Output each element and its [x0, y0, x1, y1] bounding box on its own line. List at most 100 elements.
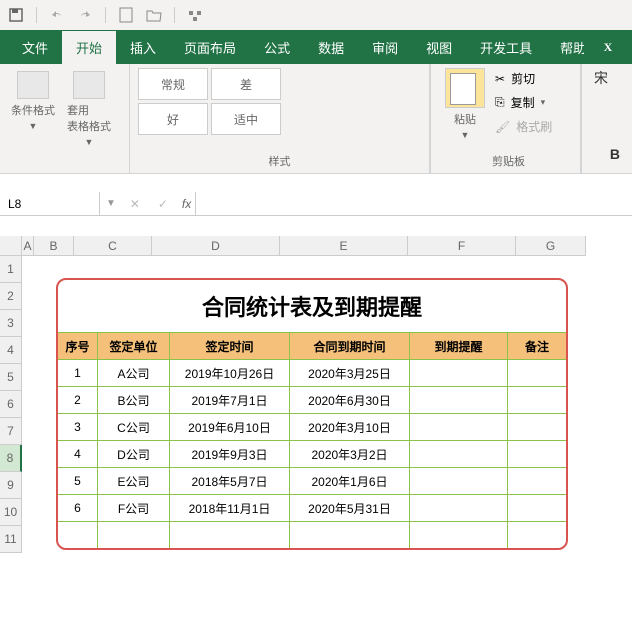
table-row: 5 E公司 2018年5月7日 2020年1月6日 — [58, 467, 566, 494]
cell-sign-date[interactable]: 2018年11月1日 — [170, 495, 290, 521]
cell-reminder[interactable] — [410, 468, 508, 494]
conditional-format-button[interactable]: 条件格式 ▼ — [8, 68, 58, 150]
undo-icon[interactable] — [49, 7, 65, 23]
header-seq[interactable]: 序号 — [58, 333, 98, 359]
style-bad[interactable]: 差 — [211, 68, 281, 100]
row-header-11[interactable]: 11 — [0, 526, 22, 553]
col-header-G[interactable]: G — [516, 236, 586, 256]
cell-unit[interactable]: A公司 — [98, 360, 170, 386]
cell-reminder[interactable] — [410, 495, 508, 521]
header-note[interactable]: 备注 — [508, 333, 566, 359]
table-title: 合同统计表及到期提醒 — [58, 280, 566, 332]
cell-seq[interactable]: 5 — [58, 468, 98, 494]
cell-sign-date[interactable]: 2019年9月3日 — [170, 441, 290, 467]
cell-note[interactable] — [508, 360, 566, 386]
cell-sign-date[interactable]: 2019年6月10日 — [170, 414, 290, 440]
col-header-B[interactable]: B — [34, 236, 74, 256]
tab-data[interactable]: 数据 — [304, 31, 358, 64]
col-header-F[interactable]: F — [408, 236, 516, 256]
col-header-D[interactable]: D — [152, 236, 280, 256]
cell-reminder[interactable] — [410, 360, 508, 386]
paste-button[interactable]: 粘贴 ▼ — [445, 68, 485, 140]
cell-seq[interactable]: 6 — [58, 495, 98, 521]
row-header-7[interactable]: 7 — [0, 418, 22, 445]
col-header-A[interactable]: A — [22, 236, 34, 256]
divider — [174, 7, 175, 23]
cell-seq[interactable]: 1 — [58, 360, 98, 386]
accept-formula-icon[interactable]: ✓ — [154, 195, 172, 213]
row-header-5[interactable]: 5 — [0, 364, 22, 391]
cell-seq[interactable]: 4 — [58, 441, 98, 467]
cell-reminder[interactable] — [410, 387, 508, 413]
cell-sign-date[interactable]: 2019年7月1日 — [170, 387, 290, 413]
name-box[interactable]: L8 — [0, 192, 100, 215]
new-icon[interactable] — [118, 7, 134, 23]
cell-reminder[interactable] — [410, 441, 508, 467]
format-painter-button[interactable]: 🖌 格式刷 — [491, 116, 556, 137]
fx-button[interactable]: fx — [182, 197, 191, 211]
cell-reminder[interactable] — [410, 414, 508, 440]
copy-button[interactable]: ⎘ 复制 ▾ — [491, 92, 556, 113]
cell-expiry-date[interactable]: 2020年3月10日 — [290, 414, 410, 440]
row-header-10[interactable]: 10 — [0, 499, 22, 526]
table-row: 2 B公司 2019年7月1日 2020年6月30日 — [58, 386, 566, 413]
header-unit[interactable]: 签定单位 — [98, 333, 170, 359]
cancel-formula-icon[interactable]: ✕ — [126, 195, 144, 213]
header-expiry-date[interactable]: 合同到期时间 — [290, 333, 410, 359]
cell-expiry-date[interactable]: 2020年6月30日 — [290, 387, 410, 413]
table-format-button[interactable]: 套用 表格格式 ▼ — [64, 68, 114, 150]
cell-note[interactable] — [508, 414, 566, 440]
cell-unit[interactable]: C公司 — [98, 414, 170, 440]
row-header-4[interactable]: 4 — [0, 337, 22, 364]
tab-insert[interactable]: 插入 — [116, 31, 170, 64]
cell-unit[interactable]: D公司 — [98, 441, 170, 467]
tab-formulas[interactable]: 公式 — [250, 31, 304, 64]
cell-expiry-date[interactable]: 2020年1月6日 — [290, 468, 410, 494]
cell-seq[interactable]: 2 — [58, 387, 98, 413]
cell-note[interactable] — [508, 495, 566, 521]
touch-mode-icon[interactable] — [187, 7, 203, 23]
tab-home[interactable]: 开始 — [62, 31, 116, 64]
cell-unit[interactable]: F公司 — [98, 495, 170, 521]
save-icon[interactable] — [8, 7, 24, 23]
row-header-1[interactable]: 1 — [0, 256, 22, 283]
cell-unit[interactable]: B公司 — [98, 387, 170, 413]
tab-developer[interactable]: 开发工具 — [466, 31, 546, 64]
cell-unit[interactable]: E公司 — [98, 468, 170, 494]
select-all-corner[interactable] — [0, 236, 22, 256]
tab-review[interactable]: 审阅 — [358, 31, 412, 64]
cut-button[interactable]: ✂ 剪切 — [491, 68, 556, 89]
col-header-C[interactable]: C — [74, 236, 152, 256]
formula-input[interactable] — [196, 197, 632, 211]
tab-page-layout[interactable]: 页面布局 — [170, 31, 250, 64]
cell-sign-date[interactable]: 2018年5月7日 — [170, 468, 290, 494]
open-icon[interactable] — [146, 7, 162, 23]
style-normal[interactable]: 常规 — [138, 68, 208, 100]
redo-icon[interactable] — [77, 7, 93, 23]
row-header-8[interactable]: 8 — [0, 445, 22, 472]
row-header-2[interactable]: 2 — [0, 283, 22, 310]
cut-icon: ✂ — [495, 72, 505, 86]
cell-note[interactable] — [508, 441, 566, 467]
cell-sign-date[interactable]: 2019年10月26日 — [170, 360, 290, 386]
table-empty-row[interactable] — [58, 521, 566, 548]
row-header-9[interactable]: 9 — [0, 472, 22, 499]
row-header-3[interactable]: 3 — [0, 310, 22, 337]
divider — [36, 7, 37, 23]
font-family-label[interactable]: 宋 — [594, 68, 608, 88]
tab-file[interactable]: 文件 — [8, 31, 62, 64]
style-good[interactable]: 好 — [138, 103, 208, 135]
row-header-6[interactable]: 6 — [0, 391, 22, 418]
header-sign-date[interactable]: 签定时间 — [170, 333, 290, 359]
style-neutral[interactable]: 适中 — [211, 103, 281, 135]
cell-note[interactable] — [508, 387, 566, 413]
header-reminder[interactable]: 到期提醒 — [410, 333, 508, 359]
bold-button[interactable]: B — [610, 146, 620, 162]
cell-expiry-date[interactable]: 2020年5月31日 — [290, 495, 410, 521]
cell-expiry-date[interactable]: 2020年3月2日 — [290, 441, 410, 467]
col-header-E[interactable]: E — [280, 236, 408, 256]
cell-expiry-date[interactable]: 2020年3月25日 — [290, 360, 410, 386]
tab-view[interactable]: 视图 — [412, 31, 466, 64]
cell-seq[interactable]: 3 — [58, 414, 98, 440]
cell-note[interactable] — [508, 468, 566, 494]
